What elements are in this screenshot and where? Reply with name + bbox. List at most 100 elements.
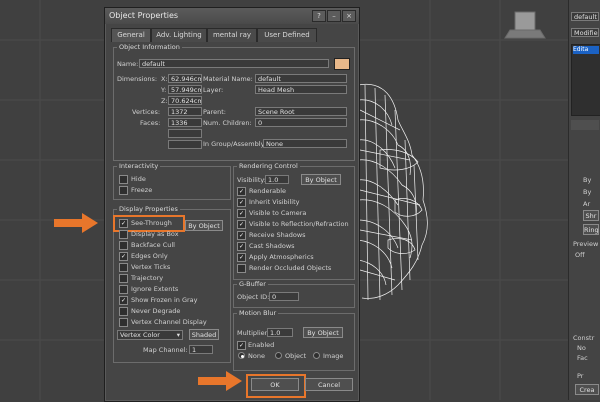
blur-none-label: None <box>248 352 265 360</box>
visible-to-reflection-refraction-label: Visible to Reflection/Refraction <box>249 220 349 228</box>
never-degrade-checkbox[interactable] <box>119 307 128 316</box>
constraints-label: Constr <box>573 334 595 342</box>
dim-x-value: 62.946cm <box>168 74 202 83</box>
object-name-input[interactable]: default <box>139 59 329 68</box>
blur-image-radio[interactable] <box>313 352 320 359</box>
blur-image-label: Image <box>323 352 344 360</box>
modifier-list-dropdown[interactable]: Modifier Li <box>571 28 599 37</box>
show-frozen-in-gray-checkbox[interactable]: ✓ <box>119 296 128 305</box>
render-occluded-objects-checkbox[interactable] <box>237 264 246 273</box>
visibility-input[interactable]: 1.0 <box>265 175 289 184</box>
blur-none-radio[interactable] <box>238 352 245 359</box>
edges-only-checkbox[interactable]: ✓ <box>119 252 128 261</box>
visible-to-camera-checkbox[interactable]: ✓ <box>237 209 246 218</box>
constraint-none-option[interactable]: No <box>577 344 586 352</box>
preview-off-option[interactable]: Off <box>575 251 585 259</box>
inherit-visibility-checkbox[interactable]: ✓ <box>237 198 246 207</box>
panel-fragment-1: By <box>583 176 592 184</box>
dialog-title: Object Properties <box>109 11 179 20</box>
tab-user-defined[interactable]: User Defined <box>257 28 317 42</box>
blank-info-field-2 <box>168 140 202 149</box>
backface-cull-checkbox[interactable] <box>119 241 128 250</box>
map-channel-input[interactable]: 1 <box>189 345 213 354</box>
visible-to-camera-label: Visible to Camera <box>249 209 307 217</box>
minimize-button[interactable]: – <box>327 10 341 22</box>
num-children-value: 0 <box>255 118 347 127</box>
blank-info-field-1 <box>168 129 202 138</box>
shrink-button[interactable]: Shr <box>583 210 599 221</box>
rendering-control-label: Rendering Control <box>237 162 300 170</box>
renderable-label: Renderable <box>249 187 287 195</box>
panel-toolbar[interactable] <box>571 120 599 130</box>
multiplier-input[interactable]: 1.0 <box>267 328 293 337</box>
dialog-titlebar[interactable]: Object Properties ? – × <box>105 8 359 24</box>
apply-atmospherics-checkbox[interactable]: ✓ <box>237 253 246 262</box>
create-button[interactable]: Crea <box>575 384 599 395</box>
never-degrade-label: Never Degrade <box>131 307 181 315</box>
apply-atmospherics-label: Apply Atmospherics <box>249 253 314 261</box>
preview-label: Preview <box>573 240 599 248</box>
trajectory-label: Trajectory <box>131 274 164 282</box>
constraint-face-option[interactable]: Fac <box>577 354 588 362</box>
close-button[interactable]: × <box>342 10 356 22</box>
parent-label: Parent: <box>203 108 226 116</box>
faces-label: Faces: <box>140 119 161 127</box>
object-id-label: Object ID: <box>237 293 270 301</box>
vertices-label: Vertices: <box>132 108 161 116</box>
renderable-checkbox[interactable]: ✓ <box>237 187 246 196</box>
inherit-visibility-label: Inherit Visibility <box>249 198 300 206</box>
material-name-value: default <box>255 74 347 83</box>
vertex-channel-display-label: Vertex Channel Display <box>131 318 207 326</box>
receive-shadows-checkbox[interactable]: ✓ <box>237 231 246 240</box>
object-color-swatch[interactable] <box>334 58 350 70</box>
object-id-input[interactable]: 0 <box>269 292 299 301</box>
vertex-ticks-checkbox[interactable] <box>119 263 128 272</box>
motion-blur-enabled-checkbox[interactable]: ✓ <box>237 341 246 350</box>
receive-shadows-label: Receive Shadows <box>249 231 306 239</box>
motion-blur-by-object-button[interactable]: By Object <box>303 327 343 338</box>
parent-value: Scene Root <box>255 107 347 116</box>
head-mesh-wireframe <box>357 83 428 301</box>
visibility-label: Visibility: <box>237 176 266 184</box>
cancel-button[interactable]: Cancel <box>305 378 353 391</box>
dimensions-label: Dimensions: <box>117 75 158 83</box>
ring-button[interactable]: Ring <box>583 224 599 235</box>
panel-fragment-2: By <box>583 188 592 196</box>
hide-checkbox[interactable] <box>119 175 128 184</box>
vertex-color-value: Vertex Color <box>120 331 160 339</box>
freeze-checkbox[interactable] <box>119 186 128 195</box>
vertex-color-dropdown[interactable]: Vertex Color ▾ <box>117 330 183 340</box>
modifier-stack-item-edit[interactable]: Edita <box>573 46 599 54</box>
shaded-button[interactable]: Shaded <box>189 329 219 340</box>
ignore-extents-checkbox[interactable] <box>119 285 128 294</box>
help-button[interactable]: ? <box>312 10 326 22</box>
display-as-box-checkbox[interactable] <box>119 230 128 239</box>
tab-general[interactable]: General <box>111 28 151 42</box>
dim-y-value: 57.949cm <box>168 85 202 94</box>
visible-to-reflection-refraction-checkbox[interactable]: ✓ <box>237 220 246 229</box>
freeze-label: Freeze <box>131 186 153 194</box>
trajectory-checkbox[interactable] <box>119 274 128 283</box>
backface-cull-label: Backface Cull <box>131 241 175 249</box>
dim-x-label: X: <box>161 75 168 83</box>
interactivity-label: Interactivity <box>117 162 161 170</box>
see-through-checkbox[interactable]: ✓ <box>119 219 128 228</box>
render-occluded-objects-label: Render Occluded Objects <box>249 264 332 272</box>
tab-adv-lighting[interactable]: Adv. Lighting <box>151 28 207 42</box>
num-children-label: Num. Children: <box>203 119 252 127</box>
ignore-extents-label: Ignore Extents <box>131 285 179 293</box>
vertex-channel-display-checkbox[interactable] <box>119 318 128 327</box>
tab-mental-ray[interactable]: mental ray <box>207 28 257 42</box>
object-name-field[interactable]: default <box>571 12 599 21</box>
blur-object-radio[interactable] <box>275 352 282 359</box>
render-by-object-button[interactable]: By Object <box>301 174 341 185</box>
faces-value: 1336 <box>168 118 202 127</box>
dim-z-value: 70.624cm <box>168 96 202 105</box>
cast-shadows-checkbox[interactable]: ✓ <box>237 242 246 251</box>
command-panel: default Modifier Li Edita By By Ar Shr R… <box>568 0 600 400</box>
modifier-stack[interactable]: Edita <box>571 44 600 116</box>
name-label: Name: <box>117 60 139 68</box>
display-by-object-button[interactable]: By Object <box>185 220 223 231</box>
multiplier-label: Multiplier: <box>237 329 270 337</box>
ok-button[interactable]: OK <box>251 378 299 391</box>
